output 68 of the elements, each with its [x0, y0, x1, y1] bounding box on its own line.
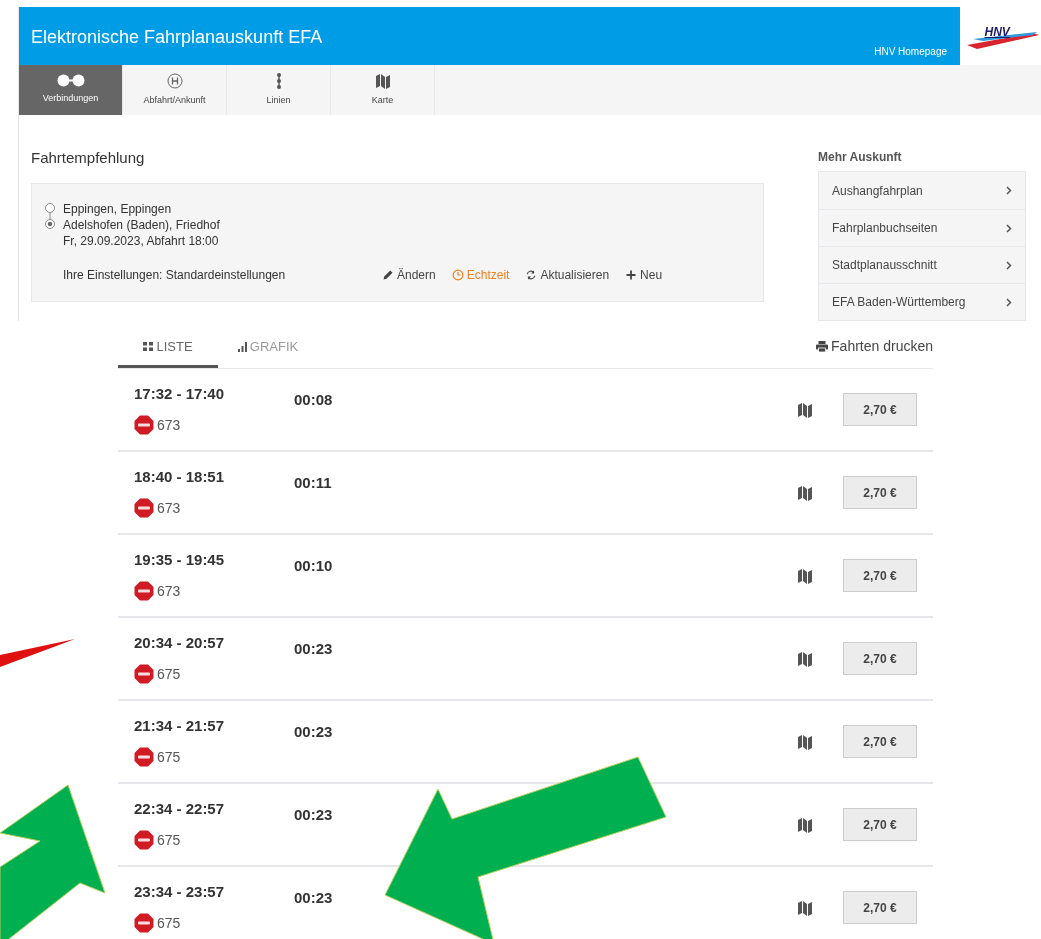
bus-line-number: 675: [157, 664, 181, 684]
page-title: Elektronische Fahrplanauskunft EFA: [31, 26, 323, 46]
map-icon: [374, 72, 391, 89]
bus-line-number: 675: [157, 747, 181, 767]
price-button[interactable]: 2,70 €: [843, 393, 917, 426]
price-button[interactable]: 2,70 €: [843, 642, 917, 675]
refresh-icon: [525, 269, 538, 281]
view-tab[interactable]: LISTE: [118, 325, 218, 368]
route-icon: [44, 203, 56, 230]
route-ab-icon: [56, 74, 85, 88]
sidebar-link[interactable]: Aushangfahrplan: [819, 172, 1025, 209]
sidebar-link[interactable]: Fahrplanbuchseiten: [819, 209, 1025, 246]
line-stops-icon: [275, 72, 282, 89]
destination-stop: Adelshofen (Baden), Friedhof: [63, 217, 220, 234]
origin-stop: Eppingen, Eppingen: [63, 201, 173, 218]
trip-duration: 00:08: [294, 391, 333, 408]
price-button[interactable]: 2,70 €: [843, 559, 917, 592]
map-icon[interactable]: [797, 401, 813, 418]
sidebar-link[interactable]: Stadtplanausschnitt: [819, 246, 1025, 283]
bus-line-number: 675: [157, 830, 181, 850]
plus-icon: [625, 269, 638, 281]
trip-time: 17:32 - 17:40: [134, 384, 226, 405]
chevron-right-icon: [1006, 260, 1012, 270]
action-link[interactable]: Ändern: [382, 266, 436, 284]
bus-line-number: 675: [157, 913, 181, 933]
trip-duration: 00:23: [294, 723, 333, 740]
map-icon[interactable]: [797, 484, 813, 501]
sidebar-title: Mehr Auskunft: [818, 149, 903, 164]
map-icon[interactable]: [797, 899, 813, 916]
price-button[interactable]: 2,70 €: [843, 725, 917, 758]
settings-text: Ihre Einstellungen: Standardeinstellungen: [63, 267, 287, 284]
sidebar-link[interactable]: EFA Baden-Württemberg: [819, 283, 1025, 320]
map-icon[interactable]: [797, 733, 813, 750]
map-icon[interactable]: [797, 816, 813, 833]
trip-duration: 00:23: [294, 640, 333, 657]
trip-time: 23:34 - 23:57: [134, 882, 226, 903]
trip-time: 21:34 - 21:57: [134, 716, 226, 737]
map-icon[interactable]: [797, 567, 813, 584]
pencil-icon: [382, 269, 394, 281]
section-title: Fahrtempfehlung: [31, 148, 146, 167]
trip-duration: 00:11: [294, 474, 332, 491]
clock-icon: [451, 269, 464, 281]
trip-date-time: Fr, 29.09.2023, Abfahrt 18:00: [63, 233, 220, 250]
trip-time: 22:34 - 22:57: [134, 799, 226, 820]
trip-duration: 00:10: [294, 557, 333, 574]
bar-chart-icon: [237, 341, 247, 352]
bus-line-number: 673: [157, 581, 181, 601]
chevron-right-icon: [1006, 223, 1012, 233]
bus-line-number: 673: [157, 415, 181, 435]
bus-line-number: 673: [157, 498, 181, 518]
trip-time: 18:40 - 18:51: [134, 467, 226, 488]
trip-time: 20:34 - 20:57: [134, 633, 226, 654]
price-button[interactable]: 2,70 €: [843, 808, 917, 841]
printer-icon: [816, 341, 829, 352]
action-link[interactable]: Neu: [625, 266, 663, 284]
bus-stop-icon: [166, 72, 183, 89]
chevron-right-icon: [1006, 186, 1012, 195]
trip-duration: 00:23: [294, 806, 333, 823]
map-icon[interactable]: [797, 650, 813, 667]
grid-icon: [143, 342, 154, 351]
action-link[interactable]: Aktualisieren: [525, 266, 610, 284]
print-link[interactable]: Fahrten drucken: [816, 336, 933, 357]
price-button[interactable]: 2,70 €: [843, 476, 917, 509]
trip-duration: 00:23: [294, 889, 333, 906]
price-button[interactable]: 2,70 €: [843, 891, 917, 924]
chevron-right-icon: [1006, 297, 1012, 307]
nav-tab[interactable]: Verbindungen: [19, 65, 123, 115]
trip-time: 19:35 - 19:45: [134, 550, 226, 571]
